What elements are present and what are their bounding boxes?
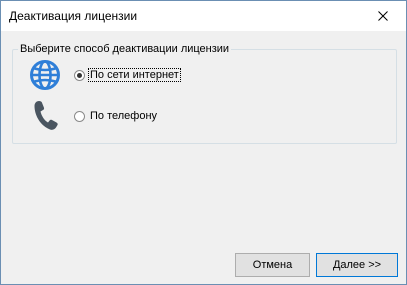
close-icon	[378, 11, 388, 21]
radio-internet[interactable]	[74, 69, 85, 81]
next-button[interactable]: Далее >>	[316, 253, 398, 277]
option-phone[interactable]: По телефону	[74, 108, 158, 124]
dialog-content: Выберите способ деактивации лицензии По …	[1, 31, 406, 284]
cancel-button[interactable]: Отмена	[235, 253, 310, 277]
close-button[interactable]	[360, 1, 406, 31]
radio-phone[interactable]	[74, 110, 85, 122]
option-phone-label: По телефону	[90, 110, 158, 122]
title-bar[interactable]: Деактивация лицензии	[1, 1, 406, 31]
group-legend: Выберите способ деактивации лицензии	[18, 43, 232, 55]
globe-icon	[30, 60, 60, 90]
phone-icon	[34, 101, 58, 130]
dialog-window: Деактивация лицензии Выберите способ деа…	[0, 0, 407, 285]
option-internet-label: По сети интернет	[88, 68, 181, 82]
window-title: Деактивация лицензии	[9, 9, 138, 23]
option-internet[interactable]: По сети интернет	[74, 67, 181, 83]
deactivation-method-group: Выберите способ деактивации лицензии По …	[12, 43, 397, 144]
